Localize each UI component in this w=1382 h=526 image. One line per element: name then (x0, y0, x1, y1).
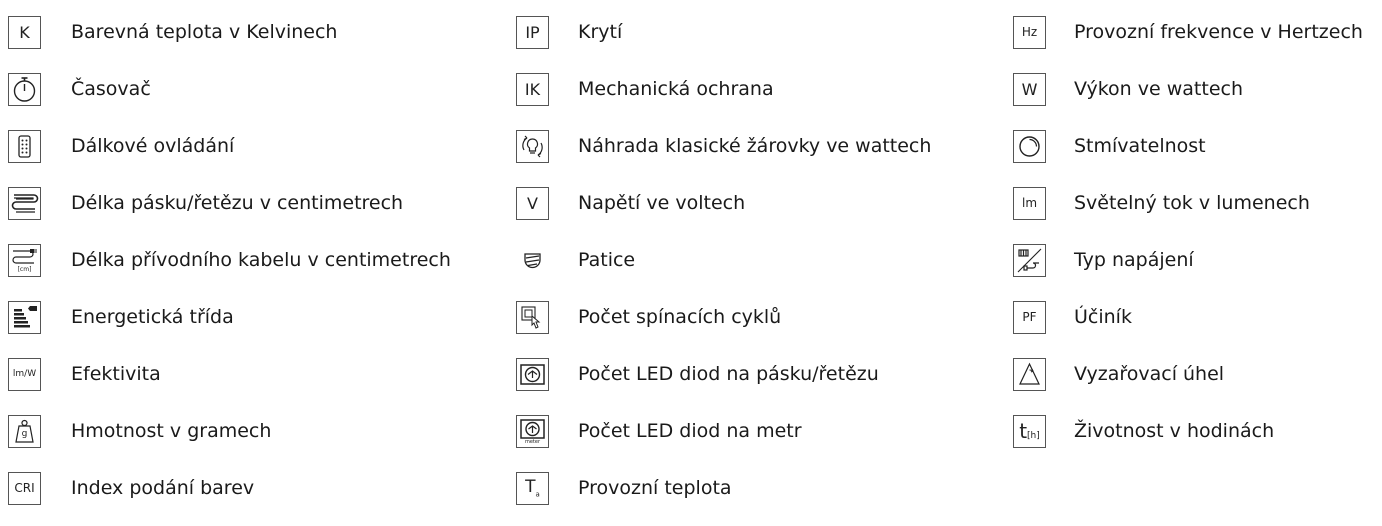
legend-item: [cm] Délka přívodního kabelu v centimetr… (8, 241, 451, 279)
watt-icon: W (1013, 72, 1046, 106)
legend-item: t[h] Životnost v hodinách (1013, 412, 1363, 450)
legend-label: Krytí (578, 21, 623, 43)
legend-label: Index podání barev (71, 477, 255, 499)
legend-label: Vyzařovací úhel (1074, 363, 1225, 385)
hertz-icon: Hz (1013, 15, 1046, 49)
legend-label: Výkon ve wattech (1074, 78, 1243, 100)
legend-label: Barevná teplota v Kelvinech (71, 21, 338, 43)
legend-item: Ta Provozní teplota (516, 469, 931, 507)
operating-temperature-icon: Ta (516, 471, 549, 505)
lifetime-icon: t[h] (1013, 414, 1046, 448)
legend-label: Mechanická ochrana (578, 78, 774, 100)
remote-control-icon (8, 129, 41, 163)
lumen-icon: lm (1013, 186, 1046, 220)
legend-item: Náhrada klasické žárovky ve wattech (516, 127, 931, 165)
legend-label: Stmívatelnost (1074, 135, 1206, 157)
bulb-replacement-icon (516, 129, 549, 163)
legend-item: W Výkon ve wattech (1013, 70, 1363, 108)
legend-label: Délka přívodního kabelu v centimetrech (71, 249, 451, 271)
legend-item: V Napětí ve voltech (516, 184, 931, 222)
power-supply-type-icon (1013, 243, 1046, 277)
legend-item: Počet spínacích cyklů (516, 298, 931, 336)
legend-item: Typ napájení (1013, 241, 1363, 279)
legend-label: Světelný tok v lumenech (1074, 192, 1310, 214)
power-factor-icon: PF (1013, 300, 1046, 334)
legend-label: Napětí ve voltech (578, 192, 746, 214)
legend-label: Životnost v hodinách (1074, 420, 1275, 442)
legend-item: K Barevná teplota v Kelvinech (8, 13, 451, 51)
socket-icon (516, 243, 549, 277)
legend-label: Patice (578, 249, 636, 271)
legend-item: CRI Index podání barev (8, 469, 451, 507)
cable-length-icon: [cm] (8, 243, 41, 277)
ik-icon: IK (516, 72, 549, 106)
legend-item: PF Účiník (1013, 298, 1363, 336)
cri-icon: CRI (8, 471, 41, 505)
legend-label: Délka pásku/řetězu v centimetrech (71, 192, 404, 214)
beam-angle-icon (1013, 357, 1046, 391)
legend-label: Typ napájení (1074, 249, 1194, 271)
legend-item: lm Světelný tok v lumenech (1013, 184, 1363, 222)
weight-icon: g (8, 414, 41, 448)
legend-label: Provozní teplota (578, 477, 732, 499)
legend-label: Účiník (1074, 306, 1132, 328)
voltage-icon: V (516, 186, 549, 220)
legend-item: g Hmotnost v gramech (8, 412, 451, 450)
legend-label: Hmotnost v gramech (71, 420, 272, 442)
efficiency-icon: lm/W (8, 357, 41, 391)
strip-length-icon (8, 186, 41, 220)
legend-label: Energetická třída (71, 306, 234, 328)
legend-column-2: IP Krytí IK Mechanická ochrana Náhrada k… (516, 13, 931, 526)
legend-item: Časovač (8, 70, 451, 108)
legend-item: Vyzařovací úhel (1013, 355, 1363, 393)
legend-label: Počet LED diod na pásku/řetězu (578, 363, 879, 385)
legend-label: Náhrada klasické žárovky ve wattech (578, 135, 932, 157)
energy-class-icon (8, 300, 41, 334)
led-count-meter-icon: meter (516, 414, 549, 448)
switching-cycles-icon (516, 300, 549, 334)
legend-label: Dálkové ovládání (71, 135, 235, 157)
legend-item: lm/W Efektivita (8, 355, 451, 393)
legend-label: Počet LED diod na metr (578, 420, 802, 442)
legend-column-3: Hz Provozní frekvence v Hertzech W Výkon… (1013, 13, 1363, 469)
legend-item: IP Krytí (516, 13, 931, 51)
legend-label: Časovač (71, 78, 151, 100)
legend-label: Počet spínacích cyklů (578, 306, 782, 328)
legend-item: Patice (516, 241, 931, 279)
legend-item: Stmívatelnost (1013, 127, 1363, 165)
legend-item: Hz Provozní frekvence v Hertzech (1013, 13, 1363, 51)
legend-item: IK Mechanická ochrana (516, 70, 931, 108)
kelvin-icon: K (8, 15, 41, 49)
legend-item: Počet LED diod na pásku/řetězu (516, 355, 931, 393)
legend-label: Provozní frekvence v Hertzech (1074, 21, 1363, 43)
ip-icon: IP (516, 15, 549, 49)
timer-icon (8, 72, 41, 106)
legend-item: Energetická třída (8, 298, 451, 336)
legend-item: Dálkové ovládání (8, 127, 451, 165)
led-count-strip-icon (516, 357, 549, 391)
legend-item: meter Počet LED diod na metr (516, 412, 931, 450)
legend-label: Efektivita (71, 363, 161, 385)
legend-item: Délka pásku/řetězu v centimetrech (8, 184, 451, 222)
legend-column-1: K Barevná teplota v Kelvinech Časovač Dá… (8, 13, 451, 526)
dimmable-icon (1013, 129, 1046, 163)
